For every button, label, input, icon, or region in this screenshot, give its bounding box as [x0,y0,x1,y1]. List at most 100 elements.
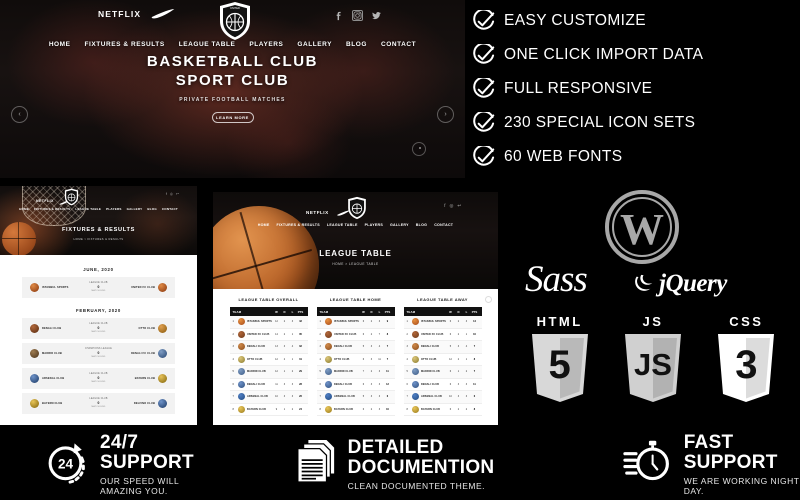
team-name: ISTANBUL SPORTS [334,320,359,324]
support-item-fast-support: FAST SUPPORT WE ARE WORKING NIGHT DAY. [623,432,800,496]
nav-item-players[interactable]: PLAYERS [106,207,121,211]
table-title: LEAGUE TABLE OVERALL [238,297,299,302]
team-name: DENALI CLUB [42,327,62,330]
league-hero: NETFLIX f ◎ ↩ HOME FIXTURES & RESULTS LE… [213,192,498,289]
support-title: 24/7 SUPPORT [100,431,194,473]
team-name: ARSENAL CLUB [334,395,355,399]
netflix-wordmark-icon: NETFLIX [98,9,142,19]
match-info: LEAGUE CLUB 0 MATCH END [89,323,107,335]
club-badge-logo: UNITED [218,1,252,41]
preview-navigation[interactable]: HOME FIXTURES & RESULTS LEAGUE TABLE PLA… [213,223,498,227]
nav-item-players[interactable]: PLAYERS [249,41,283,48]
home-team: DENALI CLUB [30,324,78,333]
feature-list: EASY CUSTOMIZE ONE CLICK IMPORT DATA FUL… [472,4,792,174]
nav-item-contact[interactable]: CONTACT [162,207,178,211]
main-navigation[interactable]: HOME FIXTURES & RESULTS LEAGUE TABLE PLA… [0,41,465,48]
nav-item-blog[interactable]: BLOG [346,41,367,48]
nav-item-home[interactable]: HOME [19,207,29,211]
facebook-icon[interactable]: f [166,192,167,196]
cell-l: 3 [291,320,294,324]
feature-label: 230 SPECIAL ICON SETS [504,114,696,131]
support-subtitle: CLEAN DOCUMENTED THEME. [347,480,486,491]
nav-item-contact[interactable]: CONTACT [381,41,416,48]
facebook-icon[interactable]: f [444,203,445,209]
cell-l: 1 [291,357,294,361]
facebook-icon[interactable] [333,10,344,21]
sass-logo: Sass [525,259,588,300]
team-logo-icon [237,318,245,326]
nav-item-league[interactable]: LEAGUE TABLE [75,207,101,211]
scroll-top-button[interactable] [485,296,492,303]
svg-text:24: 24 [58,457,74,472]
team-logo-icon [157,324,167,333]
nav-item-gallery[interactable]: GALLERY [297,41,332,48]
nav-item-blog[interactable]: BLOG [416,223,427,227]
support-text: DETAILED DOCUMENTION CLEAN DOCUMENTED TH… [347,437,549,491]
js-number: JS [634,347,672,382]
learn-more-button[interactable]: LEARN MORE [211,112,254,123]
js-label: JS [642,314,664,329]
nav-item-fixtures[interactable]: FIXTURES & RESULTS [34,207,70,211]
nav-item-gallery[interactable]: GALLERY [390,223,409,227]
nav-item-blog[interactable]: BLOG [147,207,157,211]
instagram-icon[interactable]: ◎ [170,192,173,196]
carousel-prev-arrow-icon[interactable]: ‹ [11,106,28,123]
team-name: OTTO CLUB [334,357,350,361]
scroll-indicator-icon[interactable] [412,142,426,156]
clock-24-icon: 24 [42,438,89,490]
match-row[interactable]: ISTANBUL SPORTS LEAGUE CLUB 0 MATCH END … [22,277,175,298]
nav-item-contact[interactable]: CONTACT [434,223,453,227]
match-row[interactable]: DENALI CLUB LEAGUE CLUB 0 MATCH END OTTO… [22,318,175,339]
preview-navigation[interactable]: HOME FIXTURES & RESULTS LEAGUE TABLE PLA… [0,207,197,211]
twitter-icon[interactable] [371,10,382,21]
cell-l: 3 [465,395,468,399]
wordpress-logo-icon: W [605,190,679,264]
cell-l: 2 [291,370,294,374]
cell-w: 6 [449,332,452,336]
match-status: MATCH END [91,290,106,293]
nav-item-home[interactable]: HOME [49,41,71,48]
cell-l: 4 [378,345,381,349]
nav-item-fixtures[interactable]: FIXTURES & RESULTS [277,223,320,227]
nike-swoosh-icon [150,9,176,19]
table-row: 8 BAYERN CLUB 9 1 2 24 [229,404,308,416]
social-links[interactable]: f ◎ ↩ [444,203,461,209]
team-name: UNITED FC CLUB [334,332,357,336]
cell-pts: 35 [299,332,302,336]
league-table-overall: LEAGUE TABLE OVERALL TEAM W D L PTS 1 IST… [229,297,308,425]
nav-item-fixtures[interactable]: FIXTURES & RESULTS [85,41,165,48]
social-links[interactable]: f ◎ ↩ [166,192,179,196]
jquery-wordmark: jQuery [659,270,727,297]
cell-w: 6 [362,320,365,324]
check-circle-icon [472,76,495,101]
row-position: 7 [319,395,321,399]
twitter-icon[interactable]: ↩ [457,203,461,209]
nav-item-gallery[interactable]: GALLERY [127,207,143,211]
nav-item-home[interactable]: HOME [258,223,270,227]
team-name: ISTANBUL SPORTS [247,320,272,324]
row-position: 5 [319,370,321,374]
cell-w: 14 [275,332,278,336]
twitter-icon[interactable]: ↩ [176,192,179,196]
column-pts: PTS [471,309,478,314]
nav-item-league[interactable]: LEAGUE TABLE [327,223,358,227]
team-logo-icon [411,405,419,413]
team-logo-icon [30,349,39,358]
instagram-icon[interactable]: ◎ [449,203,453,209]
carousel-next-arrow-icon[interactable]: › [437,106,454,123]
table-row: 7 ARSENAL CLUB 10 3 3 6 [403,391,482,404]
cell-pts: 10 [473,332,476,336]
social-links[interactable] [333,10,382,21]
away-team: DELFINO CLUB [119,399,167,408]
instagram-icon[interactable] [352,10,363,21]
team-name: OTTO CLUB [138,327,155,330]
nav-item-players[interactable]: PLAYERS [365,223,383,227]
match-row[interactable]: MADRID CLUB CHAMPIONS LEAGUE 0 MATCH END… [22,343,175,364]
match-row[interactable]: ARSENAL CLUB LEAGUE CLUB 0 MATCH END BAY… [22,368,175,389]
cell-w: 10 [275,395,278,399]
nav-item-league[interactable]: LEAGUE TABLE [179,41,236,48]
team-logo-icon [30,399,39,408]
match-row[interactable]: BAYERN CLUB LEAGUE CLUB 0 MATCH END DELF… [22,393,175,414]
cell-l: 7 [378,332,381,336]
cell-d: 2 [457,320,460,324]
